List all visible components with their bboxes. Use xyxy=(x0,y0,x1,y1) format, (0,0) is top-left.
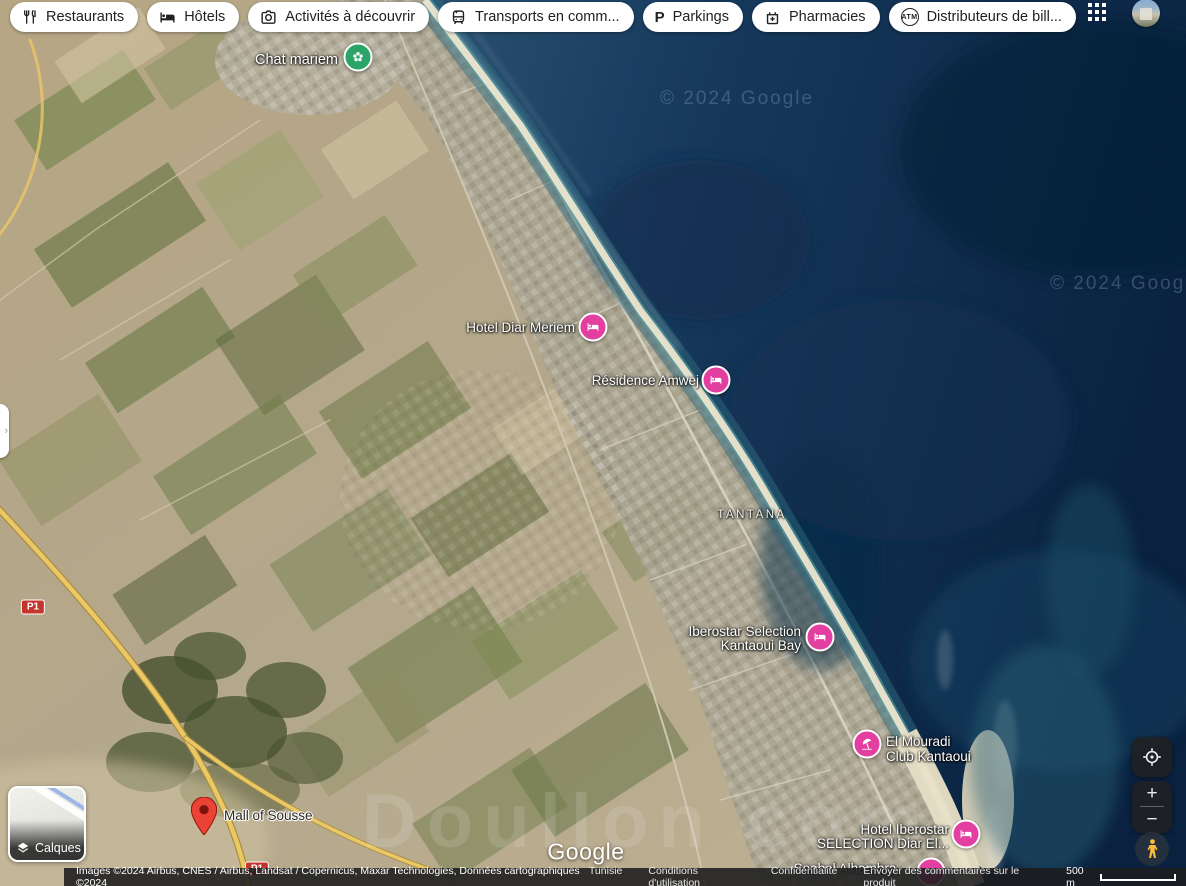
camera-icon xyxy=(260,9,277,26)
google-maps-satellite-view: © 2024 Google © 2024 Google Doullon com … xyxy=(0,0,1186,886)
layers-label: Calques xyxy=(35,841,81,855)
zoom-control: + − xyxy=(1132,781,1172,833)
layers-button[interactable]: Calques xyxy=(8,786,86,862)
footer-link-feedback[interactable]: Envoyer des commentaires sur le produit xyxy=(863,865,1040,886)
hotel-marker[interactable] xyxy=(702,366,731,395)
chip-label: Hôtels xyxy=(184,9,225,25)
scale-bar xyxy=(1100,874,1176,881)
my-location-icon xyxy=(1142,747,1162,767)
imagery-copyright-watermark: © 2024 Google xyxy=(660,88,814,110)
chip-label: Parkings xyxy=(673,9,729,25)
route-badge: P1 xyxy=(21,600,45,615)
chip-label: Restaurants xyxy=(46,9,124,25)
layers-icon xyxy=(16,841,30,855)
scale-label: 500 m xyxy=(1066,865,1094,886)
pegman-icon xyxy=(1145,839,1160,859)
locality-label[interactable]: Chat mariem xyxy=(255,53,338,67)
footer-links: Tunisie Conditions d'utilisation Confide… xyxy=(589,865,1040,886)
atm-icon: ATM xyxy=(901,8,919,26)
hotel-label[interactable]: Résidence Amwej xyxy=(592,374,699,388)
google-logo: Google xyxy=(547,839,624,866)
restaurants-icon xyxy=(22,9,38,25)
chip-restaurants[interactable]: Restaurants xyxy=(10,2,138,32)
hotel-label[interactable]: SELECTION Diar El... xyxy=(817,837,949,851)
my-location-button[interactable] xyxy=(1132,737,1172,777)
hotels-icon xyxy=(159,9,176,26)
chip-label: Activités à découvrir xyxy=(285,9,415,25)
hotel-label[interactable]: Hotel Diar Meriem xyxy=(466,321,575,335)
imagery-copyright-watermark: © 2024 Google xyxy=(1050,273,1186,295)
search-result-pin[interactable] xyxy=(191,797,217,835)
transit-icon xyxy=(450,9,467,26)
beach-resort-marker[interactable] xyxy=(853,730,882,759)
hotel-marker[interactable] xyxy=(952,820,981,849)
attraction-marker[interactable] xyxy=(344,43,373,72)
zoom-in-button[interactable]: + xyxy=(1132,781,1172,806)
pharmacy-icon xyxy=(764,9,781,26)
account-avatar[interactable] xyxy=(1132,0,1160,27)
pegman-streetview-button[interactable] xyxy=(1135,832,1169,866)
chip-transit[interactable]: Transports en comm... xyxy=(438,2,634,32)
chip-atm[interactable]: ATM Distributeurs de bill... xyxy=(889,2,1076,32)
hotel-label[interactable]: Hotel Iberostar xyxy=(860,823,949,837)
beach-umbrella-icon xyxy=(861,738,874,751)
chip-label: Distributeurs de bill... xyxy=(927,9,1062,25)
district-label: TANTANA xyxy=(717,508,786,522)
chip-label: Transports en comm... xyxy=(475,9,620,25)
map-scale[interactable]: 500 m xyxy=(1066,865,1176,886)
chip-label: Pharmacies xyxy=(789,9,866,25)
imagery-attribution: Images ©2024 Airbus, CNES / Airbus, Land… xyxy=(76,865,589,886)
footer-link-region[interactable]: Tunisie xyxy=(589,865,622,886)
hotel-marker[interactable] xyxy=(579,313,608,342)
attribution-bar: Images ©2024 Airbus, CNES / Airbus, Land… xyxy=(64,868,1186,886)
zoom-out-button[interactable]: − xyxy=(1132,807,1172,832)
hotel-label[interactable]: Club Kantaoui xyxy=(886,750,971,764)
bed-icon xyxy=(587,321,600,334)
hotel-label[interactable]: Kantaoui Bay xyxy=(721,639,801,653)
bed-icon xyxy=(960,828,973,841)
hotel-label[interactable]: Iberostar Selection xyxy=(688,625,801,639)
bed-icon xyxy=(814,631,827,644)
chip-pharmacies[interactable]: Pharmacies xyxy=(752,2,880,32)
chip-parkings[interactable]: P Parkings xyxy=(643,2,743,32)
satellite-map-canvas[interactable] xyxy=(0,0,1186,886)
chip-activities[interactable]: Activités à découvrir xyxy=(248,2,429,32)
flower-icon xyxy=(352,51,365,64)
site-watermark: Doullon com xyxy=(362,778,932,865)
hotel-label[interactable]: El Mouradi xyxy=(886,735,951,749)
parking-icon: P xyxy=(655,9,665,26)
hotel-marker[interactable] xyxy=(806,623,835,652)
bed-icon xyxy=(710,374,723,387)
footer-link-terms[interactable]: Conditions d'utilisation xyxy=(648,865,744,886)
chip-hotels[interactable]: Hôtels xyxy=(147,2,239,32)
chevron-right-icon: › xyxy=(4,425,8,437)
category-chip-bar: Restaurants Hôtels Activités à découvrir… xyxy=(10,2,1076,32)
footer-link-privacy[interactable]: Confidentialité xyxy=(771,865,838,886)
google-apps-grid-icon[interactable] xyxy=(1088,3,1106,21)
search-result-label[interactable]: Mall of Sousse xyxy=(224,809,313,823)
side-panel-expand-tab[interactable]: › xyxy=(0,404,9,458)
